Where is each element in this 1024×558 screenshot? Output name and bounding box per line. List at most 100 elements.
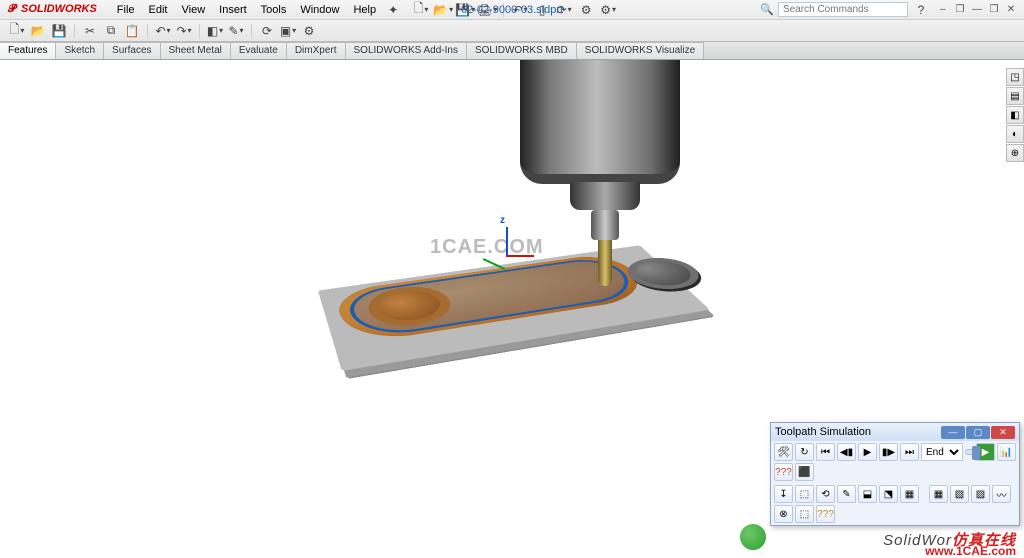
search-container: 🔍 ? [760,2,930,18]
brand-prefix: SOLID [21,3,55,15]
tab-addins[interactable]: SOLIDWORKS Add-Ins [346,42,467,59]
sim-step-fwd-button[interactable]: ▮▶ [879,443,898,461]
sim-close-button[interactable]: ✕ [991,426,1015,439]
sim-mode-7-button[interactable]: ▦ [900,485,919,503]
redo2-button[interactable]: ↷ [175,23,193,39]
cnc-spindle [520,60,690,234]
brand-suffix: WORKS [55,3,97,15]
axis-x [506,255,534,257]
menu-insert[interactable]: Insert [213,2,253,18]
cutting-tool [598,240,612,286]
sim-display-row: ↧ ⬚ ⟲ ✎ ⬓ ⬔ ▦ ▦ ▧ ▨ 〰 ⊗ ⬚ ??? [771,483,1019,525]
open2-button[interactable]: 📂 [29,23,47,39]
sim-step-back-button[interactable]: ◀▮ [837,443,856,461]
close-button[interactable]: ✕ [1004,4,1018,15]
sim-slider-thumb[interactable] [972,446,980,460]
main-menu: File Edit View Insert Tools Window Help … [111,2,402,18]
sim-path-button[interactable]: 〰 [992,485,1011,503]
app-logo: SOLIDWORKS [0,3,105,16]
save2-button[interactable]: 💾 [50,23,68,39]
sim-mode-3-button[interactable]: ⟲ [816,485,835,503]
child-minimize-button[interactable]: – [936,4,950,15]
sim-mode-5-button[interactable]: ⬓ [858,485,877,503]
taskpane-appearances-icon[interactable]: ⊕ [1006,144,1024,162]
sim-collision-button[interactable]: ⊗ [774,505,793,523]
tab-evaluate[interactable]: Evaluate [231,42,287,59]
sim-stop-button[interactable]: ⬛ [795,463,814,481]
help-icon[interactable]: ? [912,2,930,18]
title-bar: SOLIDWORKS File Edit View Insert Tools W… [0,0,1024,20]
sim-mode-2-button[interactable]: ⬚ [795,485,814,503]
child-restore-button[interactable]: ❐ [953,4,967,15]
standard-toolbar: 🗋 📂 💾 ✂ ⧉ 📋 ↶ ↷ ◧ ✎ ⟳ ▣ ⚙ [0,20,1024,42]
sim-display-2-button[interactable]: ▧ [950,485,969,503]
sim-ffwd-button[interactable]: ⏭ [900,443,919,461]
tab-sketch[interactable]: Sketch [56,42,104,59]
sep [199,24,200,38]
menu-pin-icon[interactable]: ✦ [384,2,402,18]
taskpane-view-icon[interactable]: ◐ [1006,125,1024,143]
sim-play-button[interactable]: ▶ [858,443,877,461]
sim-mode-6-button[interactable]: ⬔ [879,485,898,503]
menu-window[interactable]: Window [294,2,345,18]
sim-loop-button[interactable]: ↻ [795,443,814,461]
menu-edit[interactable]: Edit [143,2,174,18]
spindle-body [520,60,680,184]
search-input[interactable] [778,2,908,17]
tab-sheet-metal[interactable]: Sheet Metal [161,42,231,59]
chat-badge-icon [738,522,768,552]
paste-button[interactable]: 📋 [123,23,141,39]
tab-visualize[interactable]: SOLIDWORKS Visualize [577,42,704,59]
restore-button[interactable]: ❐ [987,4,1001,15]
options2-button[interactable]: ⚙ [300,23,318,39]
menu-file[interactable]: File [111,2,141,18]
minimize-button[interactable]: — [970,4,984,15]
new2-button[interactable]: 🗋 [8,23,26,39]
spindle-taper [570,182,640,210]
undo2-button[interactable]: ↶ [154,23,172,39]
sim-warn-button[interactable]: ??? [816,505,835,523]
sim-dialog-title-bar[interactable]: Toolpath Simulation — ▢ ✕ [771,423,1019,441]
sim-minimize-button[interactable]: — [941,426,965,439]
tab-features[interactable]: Features [0,42,56,59]
rebuild2-button[interactable]: ⟳ [258,23,276,39]
sim-progress-slider[interactable] [965,449,974,455]
tab-surfaces[interactable]: Surfaces [104,42,160,59]
axis-z-label: z [500,215,505,226]
sim-display-3-button[interactable]: ▨ [971,485,990,503]
sketch-button[interactable]: ✎ [227,23,245,39]
cut-button[interactable]: ✂ [81,23,99,39]
sim-display-1-button[interactable]: ▦ [929,485,948,503]
menu-view[interactable]: View [176,2,212,18]
copy-button[interactable]: ⧉ [102,23,120,39]
options-button[interactable]: ⚙ [599,2,617,18]
tool-holder [591,210,619,240]
sim-mode-4-button[interactable]: ✎ [837,485,856,503]
appearance-button[interactable]: ◧ [206,23,224,39]
gear-icon[interactable]: ⚙ [577,2,595,18]
toolpath-simulation-dialog[interactable]: Toolpath Simulation — ▢ ✕ 🛠 ↻ ⏮ ◀▮ ▶ ▮▶ … [770,422,1020,526]
sim-maximize-button[interactable]: ▢ [966,426,990,439]
sep [74,24,75,38]
sim-mode-1-button[interactable]: ↧ [774,485,793,503]
task-pane: ◳ ▤ ◧ ◐ ⊕ [1006,68,1024,162]
taskpane-resources-icon[interactable]: ◳ [1006,68,1024,86]
sim-tool-button[interactable]: 🛠 [774,443,793,461]
open-doc-button[interactable]: 📂 [434,2,452,18]
graphics-viewport[interactable]: ◳ ▤ ◧ ◐ ⊕ 1CAE.COM z Toolpath Simulation… [0,60,1024,556]
axis-z [506,227,508,255]
new-doc-button[interactable]: 🗋 [412,2,430,18]
tab-dimxpert[interactable]: DimXpert [287,42,346,59]
scene-button[interactable]: ▣ [279,23,297,39]
sim-view-button[interactable]: ⬚ [795,505,814,523]
sim-stats-button[interactable]: 📊 [997,443,1016,461]
menu-help[interactable]: Help [347,2,382,18]
taskpane-library-icon[interactable]: ▤ [1006,87,1024,105]
sim-rewind-button[interactable]: ⏮ [816,443,835,461]
taskpane-explorer-icon[interactable]: ◧ [1006,106,1024,124]
sim-help-button[interactable]: ??? [774,463,793,481]
tab-mbd[interactable]: SOLIDWORKS MBD [467,42,577,59]
sim-position-select[interactable]: End [921,443,963,461]
sim-dialog-title: Toolpath Simulation [775,426,871,438]
menu-tools[interactable]: Tools [255,2,293,18]
